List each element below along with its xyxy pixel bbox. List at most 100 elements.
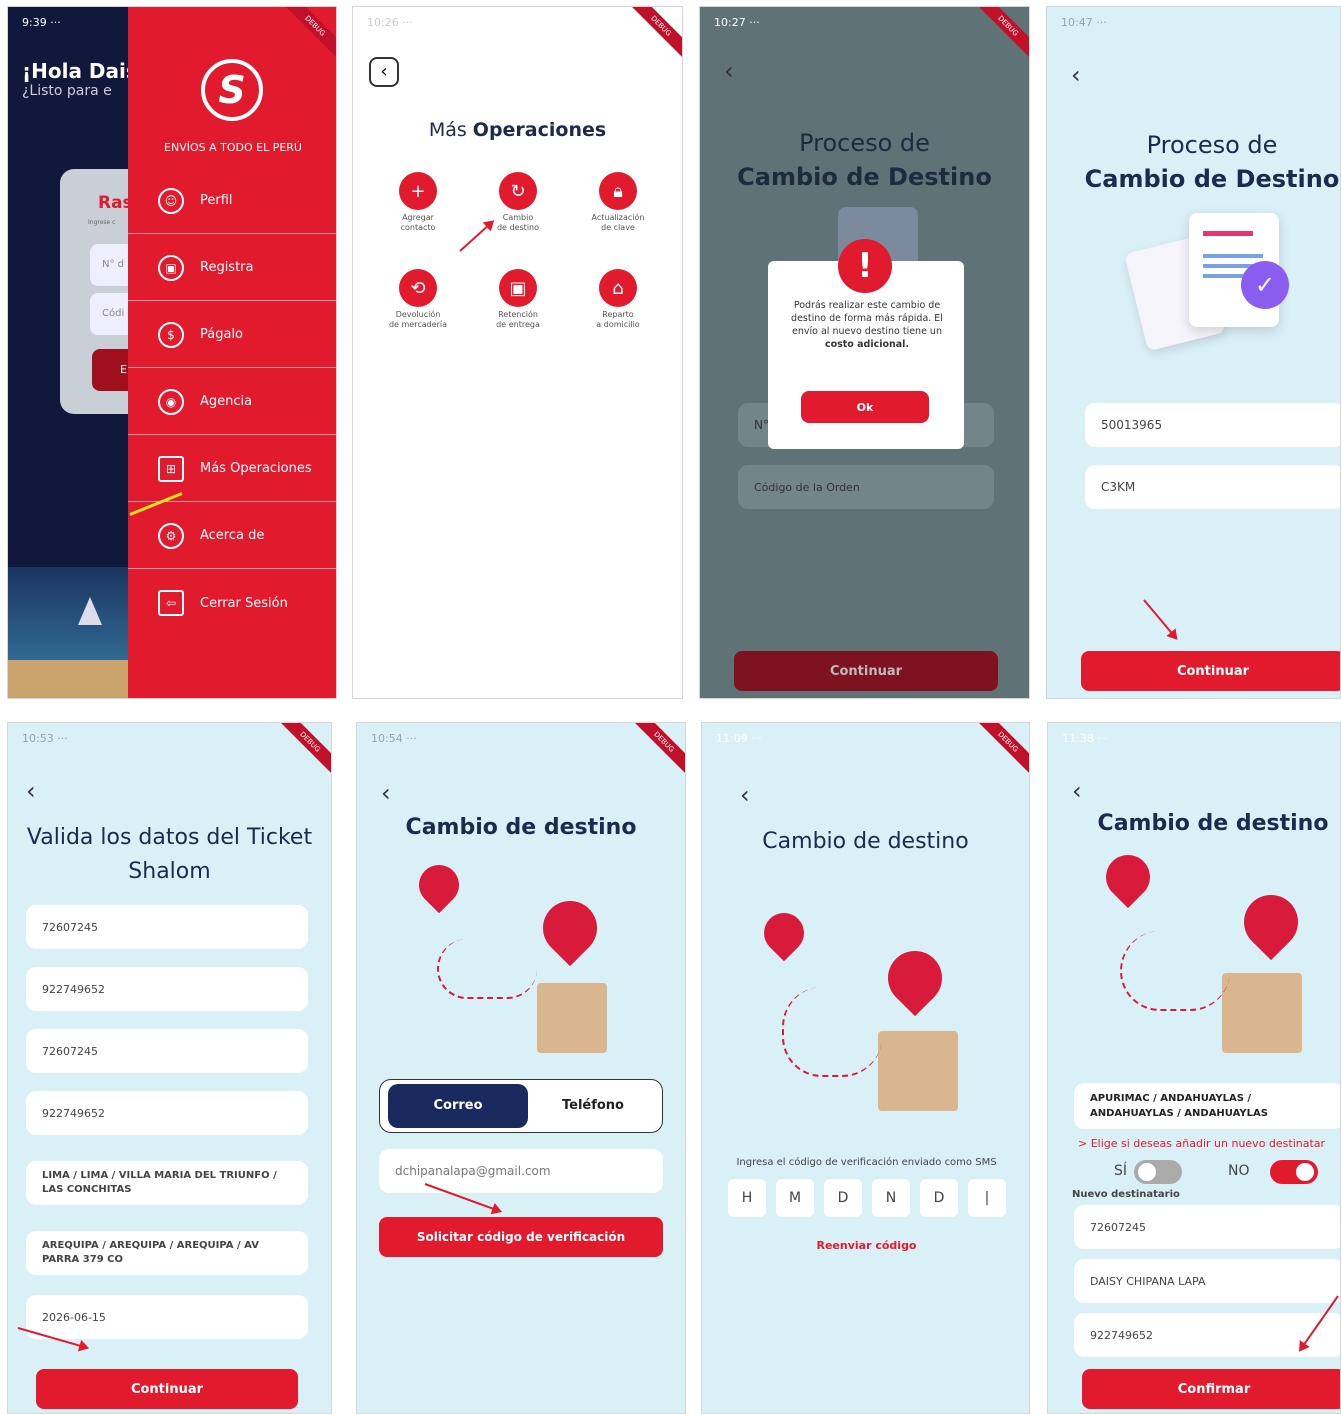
menu-item-pagalo[interactable]: $ Págalo <box>128 302 336 368</box>
brand-tagline: ENVÍOS A TODO EL PERÚ <box>164 141 302 154</box>
lock-icon[interactable]: 🔒︎ <box>599 172 637 210</box>
op-label-retencion: Retención de entrega <box>496 310 540 329</box>
status-bar: 11:09 ··· <box>716 732 762 745</box>
date-field[interactable]: 2026-06-15 <box>26 1295 308 1339</box>
confirm-button[interactable]: Confirmar <box>1082 1369 1340 1409</box>
status-bar: 10:53 ··· <box>22 732 68 745</box>
status-time: 10:27 <box>714 16 746 29</box>
option-no-label: NO <box>1228 1163 1250 1179</box>
nav-drawer: S ENVÍOS A TODO EL PERÚ ☺ Perfil ▣ Registr… <box>128 7 336 698</box>
continue-button[interactable]: Continuar <box>1081 651 1340 691</box>
destination-address-field[interactable]: AREQUIPA / AREQUIPA / AREQUIPA / AV PARR… <box>26 1231 308 1275</box>
recipient-name-field[interactable]: DAISY CHIPANA LAPA <box>1074 1259 1340 1303</box>
origin-address-field[interactable]: LIMA / LIMA / VILLA MARIA DEL TRIUNFO / … <box>26 1161 308 1205</box>
gear-icon: ⚙ <box>158 522 184 549</box>
menu-label: Págalo <box>200 327 244 342</box>
code-hint: Ingresa el código de verificación enviad… <box>736 1157 997 1168</box>
menu-label: Registra <box>200 260 254 275</box>
page-title: Cambio de destino <box>405 815 637 840</box>
tab-telefono[interactable]: Teléfono <box>528 1084 658 1128</box>
grid-plus-icon: ⊞ <box>158 455 184 482</box>
menu-item-perfil[interactable]: ☺ Perfil <box>128 168 336 234</box>
back-arrow-icon[interactable]: ‹ <box>26 779 36 803</box>
resend-code-link[interactable]: Reenviar código <box>702 1239 1029 1252</box>
change-destination-icon[interactable]: ↻ <box>499 172 537 210</box>
destination-field[interactable]: APURIMAC / ANDAHUAYLAS / ANDAHUAYLAS / A… <box>1074 1083 1340 1129</box>
status-bar: 9:39 ··· <box>22 16 61 29</box>
box-icon: ▣ <box>158 254 184 281</box>
op-label-devolucion: Devolución de mercadería <box>388 310 448 329</box>
ok-button[interactable]: Ok <box>801 391 929 423</box>
back-arrow-icon[interactable]: ‹ <box>381 781 391 805</box>
order-code-field[interactable]: C3KM <box>1085 465 1340 509</box>
dni-field-2[interactable]: 72607245 <box>26 1029 308 1073</box>
dni-field[interactable]: 72607245 <box>26 905 308 949</box>
add-recipient-prompt: > Elige si deseas añadir un nuevo destin… <box>1078 1137 1326 1150</box>
continue-button[interactable]: Continuar <box>36 1369 298 1409</box>
screen-proceso-cambio: 10:47 ··· ‹ Proceso de Cambio de Destino… <box>1046 6 1341 699</box>
screen-verification-code: 11:09 ··· ‹ Cambio de destino Ingresa el… <box>701 722 1030 1414</box>
location-icon: ◉ <box>158 388 184 415</box>
return-goods-icon[interactable]: ⟲ <box>399 269 437 307</box>
menu-item-mas-operaciones[interactable]: ⊞ Más Operaciones <box>128 436 336 502</box>
phone-field[interactable]: 922749652 <box>26 967 308 1011</box>
status-bar: 10:47 ··· <box>1061 16 1107 29</box>
payment-icon: $ <box>158 321 184 348</box>
order-code-field: Código de la Orden <box>738 465 994 509</box>
phone-field-2[interactable]: 922749652 <box>26 1091 308 1135</box>
screen-valida-datos: 10:53 ··· ‹ Valida los datos del Ticket … <box>7 722 332 1414</box>
home-delivery-icon[interactable]: ⌂ <box>599 269 637 307</box>
pin-box-illustration <box>410 856 643 1065</box>
page-title: Más Operaciones <box>353 119 682 141</box>
recipient-dni-field[interactable]: 72607245 <box>1074 1205 1340 1249</box>
menu-item-cerrar-sesion[interactable]: ⇦ Cerrar Sesión <box>128 570 336 636</box>
back-arrow-icon[interactable]: ‹ <box>1071 63 1081 87</box>
new-recipient-label: Nuevo destinatario <box>1072 1189 1180 1200</box>
menu-item-acerca-de[interactable]: ⚙ Acerca de <box>128 503 336 569</box>
code-digit-6[interactable]: | <box>968 1179 1006 1217</box>
back-arrow-icon[interactable]: ‹ <box>740 783 750 807</box>
page-title: Valida los datos del Ticket Shalom <box>26 825 313 884</box>
check-badge-icon: ✓ <box>1241 261 1289 309</box>
status-bar: 10:27 ··· <box>714 16 760 29</box>
menu-item-agencia[interactable]: ◉ Agencia <box>128 369 336 435</box>
tab-correo[interactable]: Correo <box>388 1084 528 1128</box>
user-icon: ☺ <box>158 187 184 214</box>
status-time: 11:09 <box>716 732 748 745</box>
hold-delivery-icon[interactable]: ▣ <box>499 269 537 307</box>
greeting-subtitle: ¿Listo para e <box>22 83 112 99</box>
status-time: 9:39 <box>22 16 47 29</box>
code-digit-4[interactable]: N <box>872 1179 910 1217</box>
menu-label: Perfil <box>200 193 233 208</box>
menu-label: Agencia <box>200 394 253 409</box>
code-digit-3[interactable]: D <box>824 1179 862 1217</box>
code-digit-5[interactable]: D <box>920 1179 958 1217</box>
screen-mas-operaciones: 10:26 ··· ‹ Más Operaciones + Agregar con… <box>352 6 683 699</box>
code-digit-2[interactable]: M <box>776 1179 814 1217</box>
code-digit-1[interactable]: H <box>728 1179 766 1217</box>
op-label-reparto: Reparto a domicilio <box>596 310 640 329</box>
request-code-button[interactable]: Solicitar código de verificación <box>379 1217 663 1257</box>
title-part: Más <box>428 119 473 141</box>
alert-icon: ! <box>838 239 892 293</box>
page-title-line1: Proceso de <box>1146 131 1278 159</box>
card-subtitle: Ingrese c <box>88 219 116 226</box>
toggle-no[interactable] <box>1270 1160 1318 1184</box>
back-arrow-icon[interactable]: ‹ <box>1072 779 1082 803</box>
arrow-annotation <box>1143 599 1177 639</box>
add-contact-icon[interactable]: + <box>399 172 437 210</box>
greeting-title: ¡Hola Dais <box>22 59 138 83</box>
status-time: 10:26 <box>367 16 399 29</box>
back-arrow-icon[interactable]: ‹ <box>724 59 734 83</box>
order-number-field[interactable]: 50013965 <box>1085 403 1340 447</box>
logout-icon: ⇦ <box>158 590 184 616</box>
screen-drawer-menu: 9:39 ··· ¡Hola Dais ¿Listo para e Ras In… <box>7 6 337 699</box>
status-time: 10:47 <box>1061 16 1093 29</box>
night-scene <box>8 567 128 698</box>
pin-box-illustration <box>755 904 988 1133</box>
dialog-message: Podrás realizar este cambio de destino d… <box>791 300 943 350</box>
email-field[interactable]: dchipanalapa@gmail.com <box>379 1149 663 1193</box>
menu-item-registra[interactable]: ▣ Registra <box>128 235 336 301</box>
back-button[interactable]: ‹ <box>369 57 399 87</box>
toggle-si[interactable] <box>1134 1160 1182 1184</box>
